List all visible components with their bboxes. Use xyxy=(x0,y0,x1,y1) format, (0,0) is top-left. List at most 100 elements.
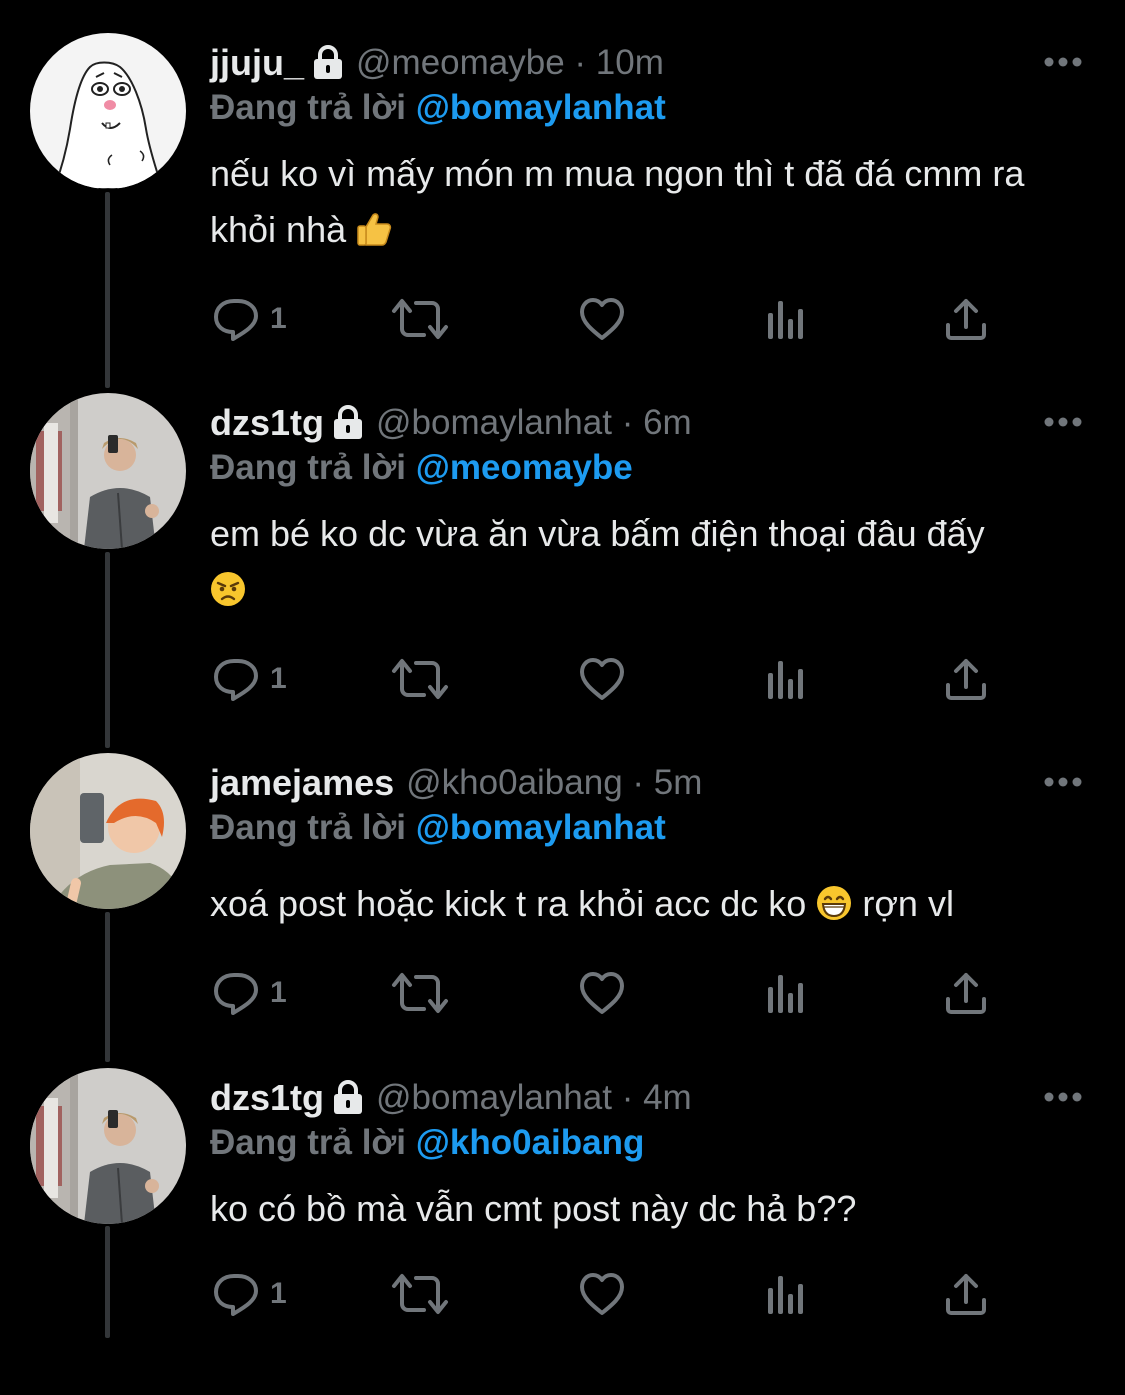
avatar-image xyxy=(30,753,186,909)
more-options-icon[interactable] xyxy=(1043,56,1083,68)
avatar[interactable] xyxy=(30,753,186,909)
retweet-button[interactable] xyxy=(390,294,450,344)
reply-count: 1 xyxy=(270,976,287,1009)
tweet[interactable]: jamejames @kho0aibang · 5m Đang trả lời … xyxy=(0,720,1125,1080)
display-name[interactable]: dzs1tg xyxy=(210,402,324,444)
analytics-icon xyxy=(766,657,806,701)
share-button[interactable] xyxy=(944,1269,988,1319)
reply-count: 1 xyxy=(270,662,287,695)
handle-and-time[interactable]: @meomaybe · 10m xyxy=(356,43,664,83)
retweet-icon xyxy=(390,969,450,1017)
views-button[interactable] xyxy=(766,968,806,1018)
tweet-text-after-emoji: rợn vl xyxy=(862,883,954,924)
retweet-button[interactable] xyxy=(390,1269,450,1319)
tweet-text-before-emoji: xoá post hoặc kick t ra khỏi acc dc ko xyxy=(210,883,807,924)
mention-link[interactable]: @meomaybe xyxy=(416,448,633,487)
action-bar: 1 xyxy=(212,654,1012,704)
replying-to: Đang trả lời @meomaybe xyxy=(210,448,633,488)
tweet[interactable]: jjuju_ @meomaybe · 10m Đang trả lời @bom… xyxy=(0,0,1125,360)
display-name[interactable]: dzs1tg xyxy=(210,1077,324,1119)
heart-icon xyxy=(578,655,626,703)
avatar[interactable] xyxy=(30,33,186,189)
share-icon xyxy=(944,971,988,1015)
timestamp[interactable]: 4m xyxy=(643,1078,692,1117)
like-button[interactable] xyxy=(578,654,626,704)
share-button[interactable] xyxy=(944,294,988,344)
lock-icon xyxy=(332,405,364,441)
handle[interactable]: @meomaybe xyxy=(356,43,565,82)
reply-icon xyxy=(212,1270,260,1318)
share-icon xyxy=(944,297,988,341)
reply-count: 1 xyxy=(270,302,287,335)
handle-and-time[interactable]: @bomaylanhat · 6m xyxy=(376,403,692,443)
tweet-header: dzs1tg @bomaylanhat · 4m xyxy=(210,1073,692,1123)
tweet-header: dzs1tg @bomaylanhat · 6m xyxy=(210,398,692,448)
retweet-icon xyxy=(390,1270,450,1318)
handle-and-time[interactable]: @kho0aibang · 5m xyxy=(406,763,702,803)
avatar[interactable] xyxy=(30,393,186,549)
analytics-icon xyxy=(766,1272,806,1316)
like-button[interactable] xyxy=(578,968,626,1018)
action-bar: 1 xyxy=(212,968,1012,1018)
timestamp[interactable]: 5m xyxy=(654,763,703,802)
avatar[interactable] xyxy=(30,1068,186,1224)
views-button[interactable] xyxy=(766,654,806,704)
more-options-icon[interactable] xyxy=(1043,776,1083,788)
more-options-icon[interactable] xyxy=(1043,416,1083,428)
lock-icon xyxy=(312,45,344,81)
retweet-icon xyxy=(390,655,450,703)
action-bar: 1 xyxy=(212,1269,1012,1319)
reply-icon xyxy=(212,655,260,703)
tweet-text: ko có bồ mà vẫn cmt post này dc hả b?? xyxy=(210,1181,1090,1237)
reply-button[interactable]: 1 xyxy=(212,294,287,344)
share-button[interactable] xyxy=(944,968,988,1018)
retweet-icon xyxy=(390,295,450,343)
avatar-image xyxy=(30,393,186,549)
replying-to: Đang trả lời @bomaylanhat xyxy=(210,88,666,128)
heart-icon xyxy=(578,1270,626,1318)
tweet-header: jjuju_ @meomaybe · 10m xyxy=(210,38,664,88)
heart-icon xyxy=(578,969,626,1017)
analytics-icon xyxy=(766,297,806,341)
angry-face-icon xyxy=(210,571,246,607)
reply-button[interactable]: 1 xyxy=(212,654,287,704)
mention-link[interactable]: @bomaylanhat xyxy=(416,808,666,847)
display-name[interactable]: jamejames xyxy=(210,762,394,804)
tweet[interactable]: dzs1tg @bomaylanhat · 6m Đang trả lời @m… xyxy=(0,360,1125,720)
handle[interactable]: @bomaylanhat xyxy=(376,1078,612,1117)
handle[interactable]: @bomaylanhat xyxy=(376,403,612,442)
share-icon xyxy=(944,1272,988,1316)
retweet-button[interactable] xyxy=(390,654,450,704)
more-options-icon[interactable] xyxy=(1043,1091,1083,1103)
tweet-text: xoá post hoặc kick t ra khỏi acc dc ko r… xyxy=(210,876,1090,932)
tweet[interactable]: dzs1tg @bomaylanhat · 4m Đang trả lời @k… xyxy=(0,1035,1125,1395)
timestamp[interactable]: 10m xyxy=(596,43,664,82)
mention-link[interactable]: @kho0aibang xyxy=(416,1123,645,1162)
reply-icon xyxy=(212,969,260,1017)
replying-to: Đang trả lời @kho0aibang xyxy=(210,1123,644,1163)
reply-button[interactable]: 1 xyxy=(212,1269,287,1319)
mention-link[interactable]: @bomaylanhat xyxy=(416,88,666,127)
heart-icon xyxy=(578,295,626,343)
action-bar: 1 xyxy=(212,294,1012,344)
handle[interactable]: @kho0aibang xyxy=(406,763,623,802)
grinning-face-icon xyxy=(816,885,852,921)
replying-label: Đang trả lời xyxy=(210,808,407,847)
reply-button[interactable]: 1 xyxy=(212,968,287,1018)
views-button[interactable] xyxy=(766,294,806,344)
share-button[interactable] xyxy=(944,654,988,704)
tweet-header: jamejames @kho0aibang · 5m xyxy=(210,758,702,808)
like-button[interactable] xyxy=(578,1269,626,1319)
tweet-text: em bé ko dc vừa ăn vừa bấm điện thoại đâ… xyxy=(210,506,1090,618)
lock-icon xyxy=(332,1080,364,1116)
tweet-text-content: ko có bồ mà vẫn cmt post này dc hả b?? xyxy=(210,1188,857,1229)
analytics-icon xyxy=(766,971,806,1015)
views-button[interactable] xyxy=(766,1269,806,1319)
timestamp[interactable]: 6m xyxy=(643,403,692,442)
avatar-image xyxy=(30,33,186,189)
retweet-button[interactable] xyxy=(390,968,450,1018)
like-button[interactable] xyxy=(578,294,626,344)
display-name[interactable]: jjuju_ xyxy=(210,42,304,84)
handle-and-time[interactable]: @bomaylanhat · 4m xyxy=(376,1078,692,1118)
tweet-text: nếu ko vì mấy món m mua ngon thì t đã đá… xyxy=(210,146,1090,258)
